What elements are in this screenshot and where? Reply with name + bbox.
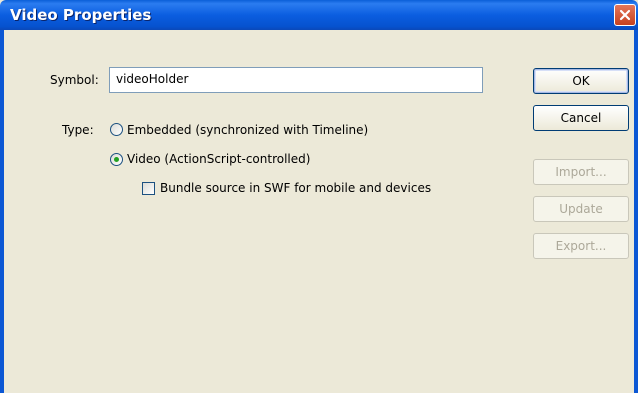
radio-selected-dot (114, 157, 119, 162)
embedded-radio-label[interactable]: Embedded (synchronized with Timeline) (127, 123, 368, 137)
window-border-left (0, 30, 4, 393)
bundle-checkbox[interactable] (142, 182, 155, 195)
ok-button[interactable]: OK (533, 68, 629, 94)
cancel-button[interactable]: Cancel (533, 105, 629, 131)
import-button: Import... (533, 159, 629, 185)
symbol-input[interactable]: videoHolder (109, 67, 483, 93)
update-button: Update (533, 196, 629, 222)
close-button[interactable] (614, 4, 636, 26)
video-radio[interactable] (110, 153, 123, 166)
video-radio-label[interactable]: Video (ActionScript-controlled) (127, 152, 310, 166)
window-title: Video Properties (10, 6, 152, 24)
type-label: Type: (62, 123, 94, 137)
export-button: Export... (533, 233, 629, 259)
bundle-checkbox-label[interactable]: Bundle source in SWF for mobile and devi… (160, 181, 431, 195)
window-border-right (634, 30, 638, 393)
close-icon (619, 9, 631, 21)
title-bar: Video Properties (0, 0, 638, 30)
embedded-radio[interactable] (110, 123, 123, 136)
symbol-label: Symbol: (50, 73, 99, 87)
